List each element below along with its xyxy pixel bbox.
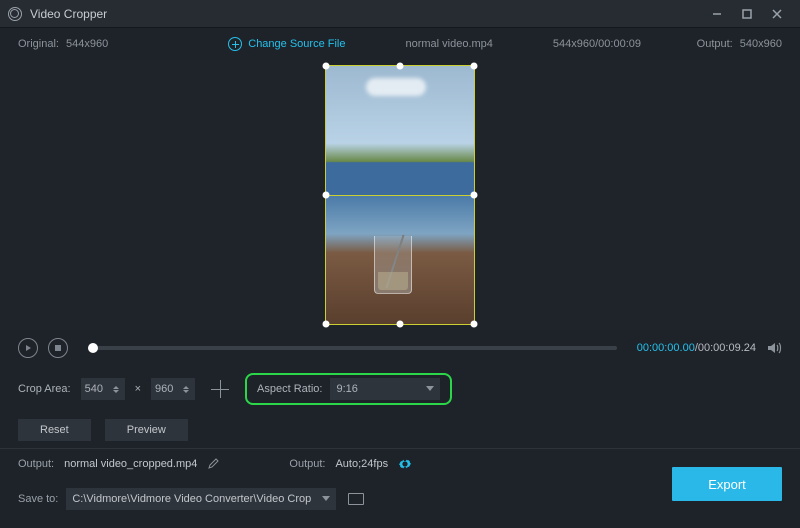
window-title: Video Cropper [30, 7, 702, 21]
crop-frame[interactable] [325, 65, 475, 325]
aspect-ratio-value: 9:16 [336, 383, 357, 395]
output-format: Auto;24fps [335, 458, 388, 470]
close-button[interactable] [762, 0, 792, 28]
time-current: 00:00:00.00 [637, 342, 695, 354]
save-path-dropdown[interactable]: C:\Vidmore\Vidmore Video Converter\Video… [66, 488, 336, 510]
save-path-value: C:\Vidmore\Vidmore Video Converter\Video… [72, 493, 311, 505]
crop-midline [326, 195, 474, 196]
settings-icon[interactable] [398, 457, 412, 471]
crop-handle-ml[interactable] [323, 192, 330, 199]
save-to-label: Save to: [18, 493, 58, 505]
crop-area-label: Crop Area: [18, 383, 71, 395]
play-icon [26, 345, 31, 351]
app-icon [8, 7, 22, 21]
open-folder-icon[interactable] [348, 493, 364, 505]
change-source-button[interactable]: Change Source File [228, 37, 345, 51]
play-button[interactable] [18, 338, 38, 358]
volume-icon[interactable] [766, 340, 782, 356]
timeline-slider[interactable] [88, 346, 617, 350]
crop-handle-tl[interactable] [323, 63, 330, 70]
output-format-label: Output: [289, 458, 325, 470]
crop-controls: Crop Area: 540 × 960 Aspect Ratio: 9:16 [0, 366, 800, 412]
export-label: Export [708, 477, 746, 492]
output-file-label: Output: [18, 458, 54, 470]
aspect-ratio-label: Aspect Ratio: [257, 383, 322, 395]
preview-image-upper [326, 66, 474, 195]
aspect-ratio-dropdown[interactable]: 9:16 [330, 378, 440, 400]
stop-button[interactable] [48, 338, 68, 358]
crop-handle-tr[interactable] [471, 63, 478, 70]
reset-label: Reset [40, 424, 69, 436]
original-label: Original: [18, 38, 59, 50]
minimize-button[interactable] [702, 0, 732, 28]
output-value: 540x960 [740, 38, 782, 50]
source-filename: normal video.mp4 [405, 38, 492, 50]
preview-button[interactable]: Preview [105, 419, 188, 441]
stop-icon [55, 345, 61, 351]
reset-button[interactable]: Reset [18, 419, 91, 441]
timeline-playhead[interactable] [88, 343, 98, 353]
plus-icon [228, 37, 242, 51]
center-crop-icon[interactable] [211, 380, 229, 398]
output-label: Output: [697, 38, 733, 50]
edit-filename-icon[interactable] [207, 458, 219, 470]
crop-handle-tc[interactable] [397, 63, 404, 70]
crop-handle-mr[interactable] [471, 192, 478, 199]
preview-area [0, 60, 800, 330]
playback-bar: 00:00:00.00/00:00:09.24 [0, 330, 800, 366]
output-dimensions: Output: 540x960 [697, 38, 782, 50]
crop-height-steppers[interactable] [183, 379, 193, 399]
info-bar: Original: 544x960 Change Source File nor… [0, 28, 800, 60]
time-display: 00:00:00.00/00:00:09.24 [637, 342, 756, 354]
titlebar: Video Cropper [0, 0, 800, 28]
crop-width-steppers[interactable] [113, 379, 123, 399]
crop-handle-bl[interactable] [323, 321, 330, 328]
export-button[interactable]: Export [672, 467, 782, 501]
preview-image-lower [326, 195, 474, 324]
crop-handle-bc[interactable] [397, 321, 404, 328]
change-source-label: Change Source File [248, 38, 345, 50]
crop-handle-br[interactable] [471, 321, 478, 328]
aspect-ratio-highlight: Aspect Ratio: 9:16 [245, 373, 452, 405]
times-symbol: × [135, 383, 141, 395]
maximize-button[interactable] [732, 0, 762, 28]
original-value: 544x960 [66, 38, 108, 50]
crop-height-input[interactable]: 960 [151, 378, 195, 400]
crop-width-value: 540 [85, 383, 103, 395]
crop-height-value: 960 [155, 383, 173, 395]
crop-width-input[interactable]: 540 [81, 378, 125, 400]
source-dims-time: 544x960/00:00:09 [553, 38, 641, 50]
time-total: /00:00:09.24 [695, 342, 756, 354]
original-dimensions: Original: 544x960 [18, 38, 108, 50]
preview-label: Preview [127, 424, 166, 436]
output-filename: normal video_cropped.mp4 [64, 458, 197, 470]
action-buttons: Reset Preview [0, 412, 800, 448]
